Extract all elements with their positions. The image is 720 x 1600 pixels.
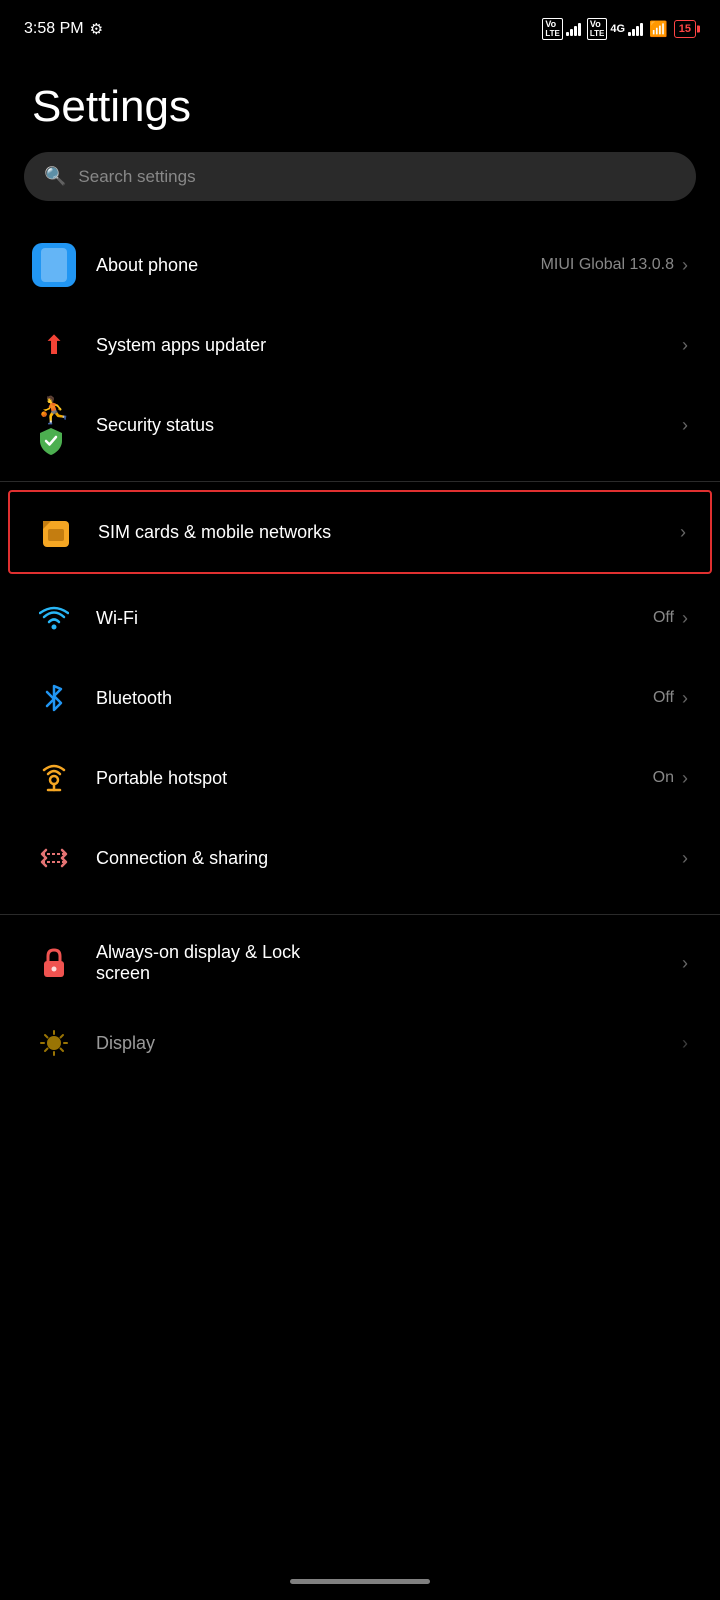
search-icon: 🔍 xyxy=(44,166,66,187)
bluetooth-icon xyxy=(43,682,65,714)
section-network: SIM cards & mobile networks › Wi-Fi Off … xyxy=(0,490,720,906)
search-placeholder: Search settings xyxy=(78,167,195,187)
sim-icon xyxy=(41,515,71,549)
settings-item-system-apps-updater[interactable]: ⬆ System apps updater › xyxy=(0,305,720,385)
settings-item-always-on-display[interactable]: Always-on display & Lock screen › xyxy=(0,923,720,1003)
battery-level: 15 xyxy=(679,23,691,35)
settings-item-sim-cards[interactable]: SIM cards & mobile networks › xyxy=(8,490,712,574)
always-on-display-chevron: › xyxy=(682,953,688,974)
portable-hotspot-label: Portable hotspot xyxy=(96,768,653,789)
connection-sharing-icon-container xyxy=(32,836,76,880)
settings-item-connection-sharing[interactable]: Connection & sharing › xyxy=(0,818,720,898)
divider-2 xyxy=(0,914,720,915)
lock-icon-container xyxy=(32,941,76,985)
hotspot-icon xyxy=(38,762,70,794)
bluetooth-label: Bluetooth xyxy=(96,688,653,709)
hotspot-icon-container xyxy=(32,756,76,800)
settings-item-about-phone[interactable]: About phone MIUI Global 13.0.8 › xyxy=(0,225,720,305)
security-status-icon-container: ⛹ xyxy=(32,403,76,447)
wifi-label: Wi-Fi xyxy=(96,608,653,629)
settings-item-display[interactable]: Display › xyxy=(0,1003,720,1083)
display-icon-container xyxy=(32,1021,76,1065)
system-apps-chevron: › xyxy=(682,335,688,356)
always-on-display-label-line2: screen xyxy=(96,963,682,984)
about-phone-label: About phone xyxy=(96,255,541,276)
sim-cards-label: SIM cards & mobile networks xyxy=(98,522,680,543)
signal-bars-2 xyxy=(628,22,643,36)
settings-item-bluetooth[interactable]: Bluetooth Off › xyxy=(0,658,720,738)
bluetooth-icon-container xyxy=(32,676,76,720)
connection-sharing-label: Connection & sharing xyxy=(96,848,682,869)
section-top: About phone MIUI Global 13.0.8 › ⬆ Syste… xyxy=(0,225,720,473)
settings-item-security-status[interactable]: ⛹ Security status › xyxy=(0,385,720,465)
arrow-up-icon: ⬆ xyxy=(43,330,65,361)
signal-bars-1 xyxy=(566,22,581,36)
portable-hotspot-chevron: › xyxy=(682,768,688,789)
security-status-label: Security status xyxy=(96,415,682,436)
time-display: 3:58 PM xyxy=(24,20,84,38)
display-label: Display xyxy=(96,1033,682,1054)
about-phone-icon xyxy=(32,243,76,287)
settings-item-portable-hotspot[interactable]: Portable hotspot On › xyxy=(0,738,720,818)
search-bar[interactable]: 🔍 Search settings xyxy=(24,152,696,201)
always-on-display-label-container: Always-on display & Lock screen xyxy=(96,942,682,984)
page-title: Settings xyxy=(0,52,720,152)
volte-signal-2: VoLTE 4G xyxy=(587,18,643,40)
system-apps-updater-label: System apps updater xyxy=(96,335,682,356)
security-status-chevron: › xyxy=(682,415,688,436)
shield-check-icon: ⛹ xyxy=(38,395,70,456)
status-bar: 3:58 PM ⚙ VoLTE VoLTE 4G 📶 xyxy=(0,0,720,52)
lock-icon xyxy=(41,947,67,979)
wifi-chevron: › xyxy=(682,608,688,629)
battery-indicator: 15 xyxy=(674,20,696,38)
wifi-value: Off xyxy=(653,609,674,627)
4g-badge: 4G xyxy=(610,23,625,35)
phone-shape xyxy=(41,248,67,282)
volte-signal-1: VoLTE xyxy=(542,18,581,40)
connection-sharing-icon xyxy=(38,842,70,874)
status-bar-left: 3:58 PM ⚙ xyxy=(24,20,103,38)
system-apps-updater-icon: ⬆ xyxy=(32,323,76,367)
connection-sharing-chevron: › xyxy=(682,848,688,869)
bluetooth-value: Off xyxy=(653,689,674,707)
settings-item-wifi[interactable]: Wi-Fi Off › xyxy=(0,578,720,658)
display-chevron: › xyxy=(682,1033,688,1054)
wifi-status-icon: 📶 xyxy=(649,20,668,38)
wifi-settings-icon xyxy=(39,606,69,630)
section-display: Always-on display & Lock screen › xyxy=(0,923,720,1091)
vo-badge-2: VoLTE xyxy=(587,18,608,40)
about-phone-chevron: › xyxy=(682,255,688,276)
vo-badge-1: VoLTE xyxy=(542,18,563,40)
sim-cards-icon-container xyxy=(34,510,78,554)
divider-1 xyxy=(0,481,720,482)
about-phone-value: MIUI Global 13.0.8 xyxy=(541,256,674,274)
bottom-nav-bar xyxy=(290,1579,430,1584)
status-bar-right: VoLTE VoLTE 4G 📶 15 xyxy=(542,18,696,40)
display-icon xyxy=(39,1029,69,1057)
wifi-icon-container xyxy=(32,596,76,640)
bluetooth-chevron: › xyxy=(682,688,688,709)
gear-icon: ⚙ xyxy=(90,20,103,38)
sim-cards-chevron: › xyxy=(680,522,686,543)
always-on-display-label-line1: Always-on display & Lock xyxy=(96,942,682,963)
portable-hotspot-value: On xyxy=(653,769,674,787)
